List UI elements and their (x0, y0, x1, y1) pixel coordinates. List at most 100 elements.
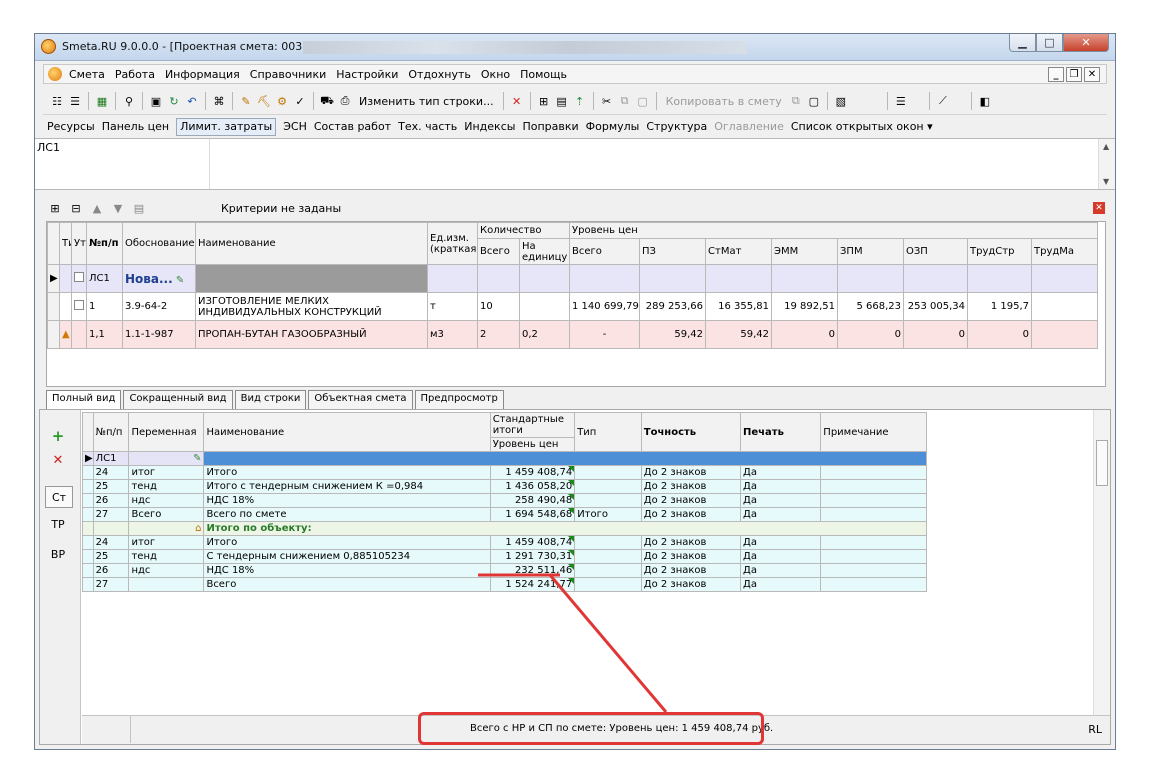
clear-filter-button[interactable]: ✕ (1093, 202, 1105, 214)
col-stmat[interactable]: СтМат (705, 238, 773, 265)
search-icon[interactable]: ⚲ (121, 93, 137, 109)
col-trudma[interactable]: ТрудМа (1031, 238, 1099, 265)
table-icon[interactable]: ▤ (554, 93, 570, 109)
table-row[interactable]: ▶ ЛС1 Нова... ✎ (47, 264, 1099, 293)
col-trudstr[interactable]: ТрудСтр (967, 238, 1033, 265)
insert-icon[interactable]: ⊞ (536, 93, 552, 109)
col-note[interactable]: Примечание (820, 412, 927, 452)
save-icon[interactable]: ▣ (148, 93, 164, 109)
col-qty-per[interactable]: На единицу (518, 238, 571, 265)
col-name[interactable]: Наименование (195, 222, 428, 265)
undo-icon[interactable]: ↶ (184, 93, 200, 109)
tab-indexes[interactable]: Индексы (464, 120, 515, 136)
col-unit[interactable]: Ед.изм. (краткая) (427, 222, 478, 265)
col-basis[interactable]: Обоснование (122, 222, 196, 265)
col-ti[interactable]: Ти (59, 222, 72, 265)
eraser-icon[interactable]: ◧ (977, 93, 993, 109)
table-row[interactable]: 26 ндс НДС 18% 232 511,46 До 2 знаков Да (82, 563, 927, 578)
tab-object-estimate[interactable]: Объектная смета (308, 390, 413, 410)
document-icon[interactable]: ▤ (131, 200, 147, 216)
col-std-totals[interactable]: Стандартные итоги (489, 412, 576, 438)
col-price-level[interactable]: Уровень цен (489, 437, 576, 452)
table-row[interactable]: 24 итог Итого 1 459 408,74 До 2 знаков Да (82, 465, 927, 480)
tree-scrollbar[interactable]: ▲ ▼ (1098, 139, 1115, 189)
tab-resources[interactable]: Ресурсы (47, 120, 95, 136)
col-qty-all[interactable]: Всего (477, 238, 520, 265)
menu-settings[interactable]: Настройки (335, 68, 399, 81)
resource-icon[interactable]: ⚙ (274, 93, 290, 109)
list-icon[interactable]: ☰ (893, 93, 909, 109)
tab-tech-part[interactable]: Тех. часть (398, 120, 457, 136)
expand-all-icon[interactable]: ⊞ (47, 200, 63, 216)
tab-open-windows[interactable]: Список открытых окон ▾ (791, 120, 933, 136)
excel-icon[interactable]: ▦ (94, 93, 110, 109)
col-zpm[interactable]: ЗПМ (837, 238, 905, 265)
mdi-minimize-button[interactable]: _ (1048, 67, 1064, 82)
col-ut[interactable]: Ут (71, 222, 87, 265)
table-row[interactable]: 27 Всего 1 524 241,77 До 2 знаков Да (82, 577, 927, 592)
calc-icon[interactable]: ⌘ (211, 93, 227, 109)
cut-icon[interactable]: ✂ (599, 93, 615, 109)
table-row[interactable]: 25 тенд С тендерным снижением 0,885105234 1… (82, 549, 927, 564)
col-price-level[interactable]: Уровень цен (569, 222, 1099, 239)
col-precision[interactable]: Точность (640, 412, 742, 452)
tree-node-ls1[interactable]: ЛС1 (37, 141, 60, 154)
col-name[interactable]: Наименование (203, 412, 491, 452)
tool-icon[interactable]: ✎ (238, 93, 254, 109)
tab-structure[interactable]: Структура (646, 120, 707, 136)
col-variable[interactable]: Переменная (128, 412, 205, 452)
tab-full-view[interactable]: Полный вид (46, 390, 122, 410)
table-row[interactable]: ▶ ЛС1 ✎ (82, 451, 927, 466)
col-emm[interactable]: ЭММ (771, 238, 839, 265)
tr-button[interactable]: ТР (45, 514, 71, 534)
move-up-icon[interactable]: ⇡ (572, 93, 588, 109)
tab-corrections[interactable]: Поправки (522, 120, 578, 136)
tab-work-composition[interactable]: Состав работ (314, 120, 391, 136)
menu-window[interactable]: Окно (480, 68, 511, 81)
tab-row-view[interactable]: Вид строки (234, 390, 307, 410)
menu-references[interactable]: Справочники (249, 68, 327, 81)
close-button[interactable]: ✕ (1063, 34, 1109, 52)
col-num[interactable]: №п/п (92, 412, 130, 452)
tab-preview[interactable]: Предпросмотр (414, 390, 504, 410)
table-row[interactable]: ▲ 1,1 1.1-1-987 ПРОПАН-БУТАН ГАЗООБРАЗНЫ… (47, 320, 1099, 349)
outdent-icon[interactable]: ☰ (67, 93, 83, 109)
tab-contents[interactable]: Оглавление (714, 120, 784, 136)
tab-esn[interactable]: ЭСН (283, 120, 307, 136)
minimize-button[interactable]: ▁ (1009, 34, 1036, 52)
paste-icon[interactable]: ▢ (635, 93, 651, 109)
menu-help[interactable]: Помощь (519, 68, 568, 81)
table-row[interactable]: 25 тенд Итого с тендерным снижением К =0,9… (82, 479, 927, 494)
collapse-all-icon[interactable]: ⊟ (68, 200, 84, 216)
car-icon[interactable]: ⛟ (319, 93, 335, 109)
mdi-restore-button[interactable]: ❐ (1066, 67, 1082, 82)
pen-icon[interactable]: ⟋ (935, 93, 951, 109)
copy-to-icon[interactable]: ⧉ (788, 93, 804, 109)
menu-info[interactable]: Информация (164, 68, 241, 81)
refresh-icon[interactable]: ↻ (166, 93, 182, 109)
arrow-up-icon[interactable]: ▲ (89, 200, 105, 216)
clipboard-icon[interactable]: ▢ (806, 93, 822, 109)
tab-limit-costs[interactable]: Лимит. затраты (176, 118, 277, 136)
col-print[interactable]: Печать (740, 412, 822, 452)
tab-price-panel[interactable]: Панель цен (102, 120, 169, 136)
copy-to-estimate-button[interactable]: Копировать в смету (662, 95, 786, 108)
print-icon[interactable]: ⎙ (337, 93, 353, 109)
maximize-button[interactable]: □ (1036, 34, 1063, 52)
col-all[interactable]: Всего (569, 238, 641, 265)
delete-icon[interactable]: ✕ (509, 93, 525, 109)
table-row[interactable]: 27 Всего Всего по смете 1 694 548,68 Итого До… (82, 507, 927, 522)
totals-scrollbar[interactable] (1093, 410, 1110, 716)
object-total-row[interactable]: ⌂ Итого по объекту: (82, 521, 927, 536)
col-qty[interactable]: Количество (476, 222, 571, 239)
col-type[interactable]: Тип (574, 412, 642, 452)
menu-smeta[interactable]: Смета (68, 68, 106, 81)
arrow-down-icon[interactable]: ▼ (110, 200, 126, 216)
vr-button[interactable]: ВР (45, 544, 71, 564)
copy-icon[interactable]: ⧉ (617, 93, 633, 109)
table-row[interactable]: 24 итог Итого 1 459 408,74 До 2 знаков Да (82, 535, 927, 550)
menu-work[interactable]: Работа (114, 68, 156, 81)
col-num[interactable]: №п/п (86, 222, 123, 265)
table-row[interactable]: 26 ндс НДС 18% 258 490,48 До 2 знаков Да (82, 493, 927, 508)
col-pz[interactable]: ПЗ (639, 238, 707, 265)
